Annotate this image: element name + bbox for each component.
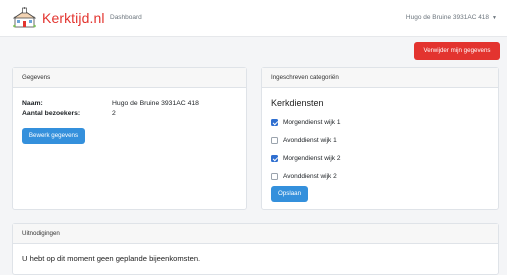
church-logo-icon bbox=[13, 7, 36, 28]
chevron-down-icon: ▼ bbox=[492, 15, 497, 21]
categories-title: Kerkdiensten bbox=[271, 98, 324, 108]
nav-dashboard-link[interactable]: Dashboard bbox=[110, 14, 142, 21]
category-checkbox-row[interactable]: Morgendienst wijk 1 bbox=[271, 119, 340, 126]
brand[interactable]: Kerktijd.nl bbox=[13, 7, 105, 28]
categories-card: Ingeschreven categoriën Kerkdiensten Mor… bbox=[261, 67, 499, 210]
categories-card-header: Ingeschreven categoriën bbox=[262, 68, 498, 88]
navbar: Kerktijd.nl Dashboard Hugo de Bruine 393… bbox=[0, 0, 507, 37]
category-label: Avonddienst wijk 2 bbox=[283, 173, 337, 180]
user-menu-dropdown[interactable]: Hugo de Bruine 3931AC 418 ▼ bbox=[406, 14, 497, 21]
name-label: Naam: bbox=[22, 100, 43, 107]
user-name: Hugo de Bruine 3931AC 418 bbox=[405, 14, 490, 21]
name-value: Hugo de Bruine 3931AC 418 bbox=[112, 100, 199, 107]
visitors-value: 2 bbox=[112, 110, 116, 117]
gegevens-card: Gegevens Naam: Hugo de Bruine 3931AC 418… bbox=[12, 67, 247, 210]
delete-data-button[interactable]: Verwijder mijn gegevens bbox=[414, 42, 500, 60]
checkbox-checked[interactable] bbox=[271, 155, 278, 162]
edit-details-button[interactable]: Bewerk gegevens bbox=[22, 128, 85, 144]
category-label: Morgendienst wijk 2 bbox=[283, 155, 341, 162]
category-checkbox-row[interactable]: Avonddienst wijk 1 bbox=[271, 137, 337, 144]
category-checkbox-row[interactable]: Morgendienst wijk 2 bbox=[271, 155, 340, 162]
checkbox-checked[interactable] bbox=[271, 119, 278, 126]
invitations-card: Uitnodigingen U hebt op dit moment geen … bbox=[12, 223, 499, 275]
checkbox-unchecked[interactable] bbox=[271, 137, 278, 144]
gegevens-card-header: Gegevens bbox=[13, 68, 246, 88]
category-label: Morgendienst wijk 1 bbox=[283, 119, 341, 126]
checkbox-unchecked[interactable] bbox=[271, 173, 278, 180]
category-label: Avonddienst wijk 1 bbox=[283, 137, 337, 144]
category-checkbox-row[interactable]: Avonddienst wijk 2 bbox=[271, 173, 337, 180]
brand-name: Kerktijd.nl bbox=[42, 9, 105, 26]
invitations-card-header: Uitnodigingen bbox=[13, 224, 498, 244]
save-button[interactable]: Opslaan bbox=[271, 186, 308, 202]
no-meetings-message: U hebt op dit moment geen geplande bijee… bbox=[22, 254, 201, 263]
visitors-label: Aantal bezoekers: bbox=[22, 110, 81, 117]
